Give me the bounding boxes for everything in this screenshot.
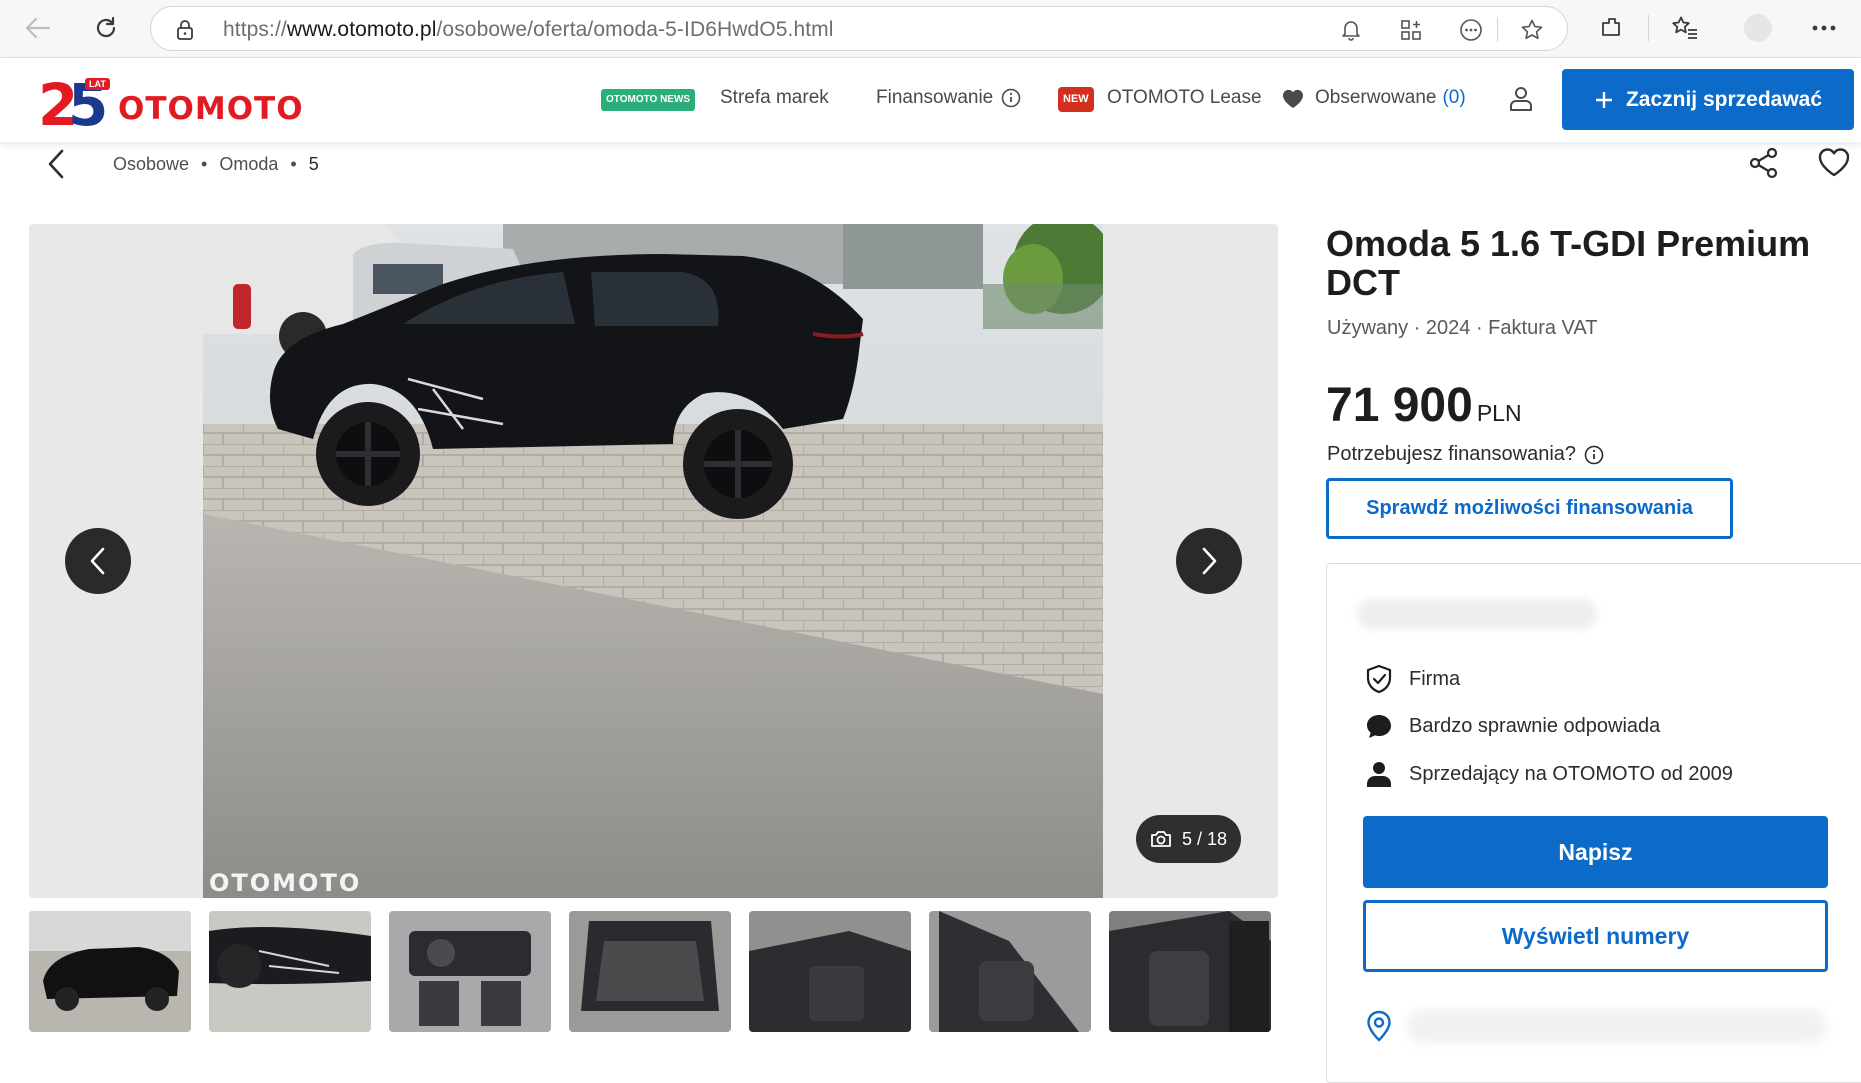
seller-feature-label: Firma bbox=[1409, 667, 1461, 690]
nav-financing[interactable]: Finansowanie bbox=[876, 87, 1021, 109]
url-text[interactable]: https://www.otomoto.pl/osobowe/oferta/om… bbox=[223, 18, 834, 42]
camera-icon bbox=[1151, 831, 1171, 847]
start-selling-label: Zacznij sprzedawać bbox=[1625, 87, 1823, 111]
price: 71 900 PLN bbox=[1326, 378, 1522, 433]
listing-meta: Używany · 2024 · Faktura VAT bbox=[1327, 317, 1598, 339]
thumbnail[interactable] bbox=[1109, 911, 1271, 1032]
favorite-heart-icon[interactable] bbox=[1817, 146, 1851, 178]
watched-count: (0) bbox=[1442, 87, 1466, 108]
account-icon[interactable] bbox=[1508, 85, 1534, 113]
nav-watched-label: Obserwowane bbox=[1315, 87, 1437, 108]
photo-counter: 5 / 18 bbox=[1136, 815, 1241, 863]
extensions-icon[interactable] bbox=[1594, 10, 1630, 46]
seller-feature-company: Firma bbox=[1365, 664, 1460, 694]
location-pin-icon bbox=[1365, 1010, 1393, 1042]
nav-financing-label: Finansowanie bbox=[876, 87, 994, 108]
toolbar-divider bbox=[1497, 17, 1498, 42]
seller-card: Firma Bardzo sprawnie odpowiada Sprzedaj… bbox=[1326, 563, 1861, 1083]
thumbnail[interactable] bbox=[749, 911, 911, 1032]
person-icon bbox=[1367, 762, 1391, 787]
photo-watermark: OTOMOTO bbox=[209, 869, 362, 897]
breadcrumb-item[interactable]: Osobowe bbox=[113, 154, 189, 174]
share-icon[interactable] bbox=[1748, 147, 1780, 179]
back-arrow-icon[interactable] bbox=[45, 148, 69, 180]
news-tag[interactable]: OTOMOTO NEWS bbox=[601, 89, 696, 111]
seller-feature-label: Bardzo sprawnie odpowiada bbox=[1409, 714, 1661, 737]
show-phone-button[interactable]: Wyświetl numery bbox=[1363, 900, 1828, 972]
nav-lease[interactable]: OTOMOTO Lease bbox=[1107, 87, 1262, 109]
shield-check-icon bbox=[1366, 664, 1392, 694]
apps-icon[interactable] bbox=[1396, 15, 1426, 45]
location-blurred bbox=[1407, 1009, 1827, 1043]
favorite-star-icon[interactable] bbox=[1517, 15, 1547, 45]
price-currency: PLN bbox=[1476, 400, 1522, 426]
url-prefix: https:// bbox=[223, 18, 287, 41]
thumbnail[interactable] bbox=[929, 911, 1091, 1032]
chevron-left-icon bbox=[90, 547, 105, 575]
next-photo-button[interactable] bbox=[1176, 528, 1242, 594]
photo-counter-text: 5 / 18 bbox=[1181, 828, 1228, 849]
breadcrumb-separator: • bbox=[201, 154, 208, 174]
check-financing-button[interactable]: Sprawdź możliwości finansowania bbox=[1326, 478, 1733, 539]
price-amount: 71 900 bbox=[1326, 379, 1473, 432]
seller-feature-response: Bardzo sprawnie odpowiada bbox=[1365, 712, 1660, 740]
logo-text: OTOMOTO bbox=[118, 91, 304, 127]
thumbnail[interactable] bbox=[209, 911, 371, 1032]
nav-brands[interactable]: Strefa marek bbox=[720, 87, 829, 109]
seller-feature-since: Sprzedający na OTOMOTO od 2009 bbox=[1365, 760, 1733, 788]
thumbnail[interactable] bbox=[569, 911, 731, 1032]
new-tag: NEW bbox=[1058, 87, 1094, 112]
breadcrumb-current[interactable]: 5 bbox=[309, 154, 319, 174]
bell-icon[interactable] bbox=[1336, 15, 1366, 45]
photo-gallery[interactable]: 5 / 18 OTOMOTO bbox=[29, 224, 1278, 898]
nav-watched[interactable]: Obserwowane (0) bbox=[1281, 87, 1466, 109]
reload-icon[interactable] bbox=[88, 10, 124, 46]
chat-bubble-icon bbox=[1367, 715, 1391, 738]
seller-feature-label: Sprzedający na OTOMOTO od 2009 bbox=[1409, 762, 1733, 785]
profile-avatar[interactable] bbox=[1740, 10, 1776, 46]
breadcrumb: Osobowe • Omoda • 5 bbox=[113, 154, 319, 175]
info-icon[interactable] bbox=[1584, 445, 1604, 465]
logo-badge: LAT bbox=[85, 78, 110, 90]
thumbnail[interactable] bbox=[389, 911, 551, 1032]
url-path: /osobowe/oferta/omoda-5-ID6HwdO5.html bbox=[436, 18, 834, 41]
thumbnail[interactable] bbox=[29, 911, 191, 1032]
start-selling-button[interactable]: Zacznij sprzedawać bbox=[1562, 69, 1854, 130]
more-options-icon[interactable] bbox=[1456, 15, 1486, 45]
car-photo[interactable] bbox=[203, 224, 1103, 898]
site-header: 2 5 LAT OTOMOTO OTOMOTO NEWS Strefa mare… bbox=[0, 59, 1861, 142]
browser-toolbar: https://www.otomoto.pl/osobowe/oferta/om… bbox=[0, 0, 1861, 58]
financing-question: Potrzebujesz finansowania? bbox=[1327, 443, 1604, 466]
favorites-list-icon[interactable] bbox=[1667, 10, 1703, 46]
breadcrumb-separator: • bbox=[290, 154, 297, 174]
browser-menu-icon[interactable] bbox=[1806, 10, 1842, 46]
address-bar[interactable]: https://www.otomoto.pl/osobowe/oferta/om… bbox=[150, 6, 1568, 51]
url-domain: www.otomoto.pl bbox=[286, 18, 437, 41]
chevron-right-icon bbox=[1202, 547, 1217, 575]
lock-icon[interactable] bbox=[175, 19, 195, 41]
thumbnail-strip bbox=[29, 911, 1279, 1033]
toolbar-divider-2 bbox=[1648, 15, 1649, 41]
financing-question-text: Potrzebujesz finansowania? bbox=[1327, 443, 1577, 465]
seller-name-blurred bbox=[1357, 599, 1597, 629]
prev-photo-button[interactable] bbox=[65, 528, 131, 594]
listing-title: Omoda 5 1.6 T-GDI Premium DCT bbox=[1326, 223, 1811, 303]
otomoto-logo[interactable]: 2 5 LAT OTOMOTO bbox=[38, 70, 303, 132]
back-icon[interactable] bbox=[20, 10, 56, 46]
write-message-button[interactable]: Napisz bbox=[1363, 816, 1828, 888]
breadcrumb-item[interactable]: Omoda bbox=[219, 154, 278, 174]
info-icon bbox=[1001, 88, 1021, 108]
plus-icon bbox=[1595, 91, 1612, 108]
heart-filled-icon bbox=[1282, 89, 1304, 108]
